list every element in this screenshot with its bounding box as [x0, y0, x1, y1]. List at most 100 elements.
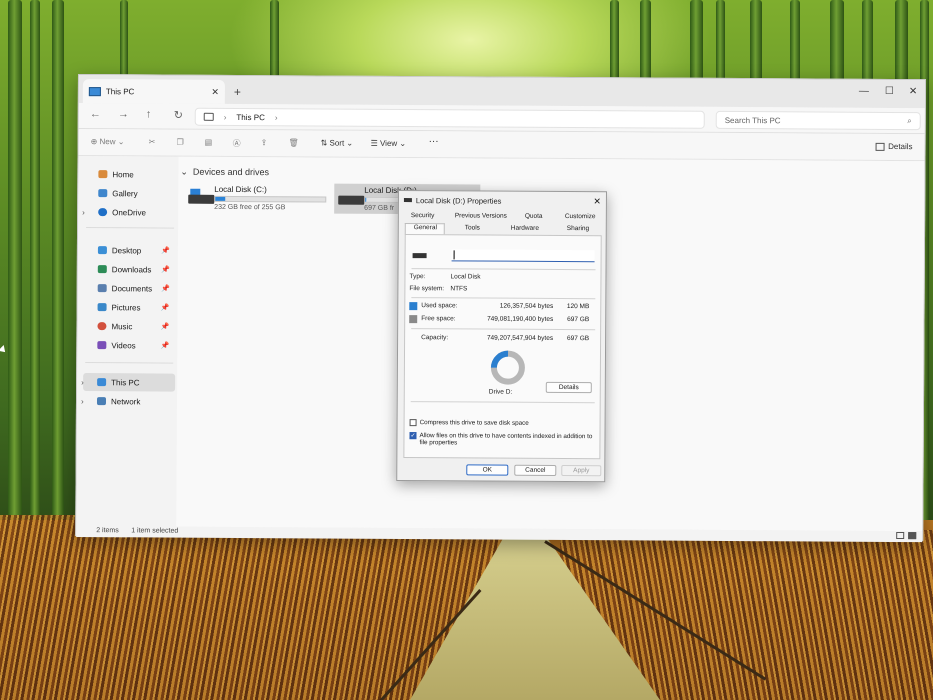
forward-arrow-icon[interactable]: → [118, 108, 129, 120]
drive-letter-label: Drive D: [488, 388, 513, 396]
sidebar-item-label: Videos [111, 340, 136, 350]
section-header[interactable]: ⌄ Devices and drives [180, 167, 269, 179]
chevron-down-icon[interactable]: ⌄ [180, 167, 188, 178]
details-pane-button[interactable]: Details [875, 142, 913, 151]
windows-drive-icon [188, 188, 215, 207]
address-bar[interactable]: › This PC › [194, 107, 705, 129]
tiles-view-icon[interactable] [908, 532, 917, 540]
tab-this-pc[interactable]: This PC ✕ [82, 79, 225, 104]
search-icon: ⌕ [907, 116, 912, 126]
sidebar-item-onedrive[interactable]: › OneDrive [82, 203, 176, 222]
divider [411, 297, 596, 300]
sidebar-item-pictures[interactable]: Pictures 📌 [84, 298, 176, 317]
sidebar-item-downloads[interactable]: Downloads 📌 [84, 260, 176, 279]
new-tab-icon[interactable]: + [234, 85, 241, 99]
sidebar-item-this-pc[interactable]: › This PC [81, 373, 176, 392]
drive-icon [412, 253, 427, 259]
dialog-title: Local Disk (D:) Properties [415, 195, 502, 206]
pin-icon: 📌 [160, 323, 170, 331]
volume-label-field[interactable] [451, 249, 595, 263]
details-pane-icon [875, 142, 885, 151]
minimize-icon[interactable]: — [859, 86, 869, 97]
details-button[interactable]: Details [545, 381, 592, 394]
back-arrow-icon[interactable]: ← [90, 108, 101, 120]
divider [85, 362, 174, 364]
pictures-icon [97, 303, 107, 312]
breadcrumb-this-pc[interactable]: This PC [236, 112, 265, 121]
ok-button[interactable]: OK [466, 464, 509, 476]
refresh-icon[interactable]: ↻ [174, 109, 183, 122]
maximize-icon[interactable]: ☐ [885, 86, 894, 97]
section-title: Devices and drives [192, 166, 270, 178]
share-icon[interactable]: ⇪ [261, 138, 268, 147]
tab-general[interactable]: General [414, 224, 437, 231]
compress-checkbox[interactable] [409, 419, 417, 427]
tab-security[interactable]: Security [411, 212, 435, 219]
delete-icon[interactable]: 🗑 [289, 138, 299, 147]
close-window-icon[interactable]: ✕ [909, 86, 917, 97]
chevron-right-icon[interactable]: › [82, 208, 85, 217]
properties-dialog: Local Disk (D:) Properties ✕ Security Pr… [396, 190, 607, 483]
drive-free-space: 232 GB free of 255 GB [214, 203, 286, 212]
details-view-icon[interactable] [896, 532, 905, 540]
sidebar-item-desktop[interactable]: Desktop 📌 [84, 241, 176, 260]
music-icon [97, 322, 107, 331]
pin-icon: 📌 [160, 342, 170, 350]
network-icon [96, 397, 107, 406]
sidebar-item-network[interactable]: › Network [81, 392, 175, 411]
divider [411, 268, 596, 271]
bamboo-stalk [30, 0, 40, 560]
monitor-icon [203, 112, 214, 121]
search-placeholder: Search This PC [724, 115, 781, 125]
view-button[interactable]: ☰ View ⌄ [371, 139, 407, 148]
sidebar-item-music[interactable]: Music 📌 [83, 317, 175, 336]
cancel-button[interactable]: Cancel [514, 464, 557, 476]
tab-quota[interactable]: Quota [525, 213, 543, 220]
drive-c[interactable]: Local Disk (C:) 232 GB free of 255 GB [184, 183, 330, 214]
index-checkbox[interactable]: ✓ [409, 432, 417, 440]
sidebar-item-label: Network [110, 396, 141, 406]
sidebar-item-label: Home [112, 169, 134, 179]
chevron-right-icon[interactable]: › [275, 113, 278, 122]
apply-button[interactable]: Apply [561, 465, 602, 477]
sidebar-item-label: Music [111, 321, 133, 331]
pin-icon: 📌 [161, 247, 170, 255]
tab-hardware[interactable]: Hardware [511, 225, 539, 232]
copy-icon[interactable]: ❐ [177, 138, 184, 147]
sort-button[interactable]: ⇅ Sort ⌄ [321, 138, 354, 147]
tab-previous-versions[interactable]: Previous Versions [455, 212, 507, 219]
used-space-bytes: 126,357,504 bytes [499, 302, 554, 310]
search-input[interactable]: Search This PC ⌕ [715, 110, 921, 131]
up-arrow-icon[interactable]: ↑ [146, 108, 152, 120]
close-icon[interactable]: ✕ [593, 196, 601, 207]
gallery-icon [98, 189, 108, 198]
chevron-right-icon[interactable]: › [81, 397, 84, 406]
item-count: 2 items [96, 527, 119, 535]
used-space-label: Used space: [421, 302, 458, 310]
new-button[interactable]: ⊕ New ⌄ [91, 137, 125, 146]
general-panel: Type: Local Disk File system: NTFS Used … [403, 234, 602, 460]
tab-customize[interactable]: Customize [565, 213, 596, 220]
bamboo-stalk [8, 0, 22, 560]
sidebar-item-label: Pictures [111, 302, 141, 312]
sidebar-item-label: OneDrive [112, 207, 146, 217]
paste-icon[interactable]: ▤ [205, 138, 213, 147]
capacity-label: Capacity: [421, 334, 449, 342]
this-pc-icon [97, 378, 107, 387]
tab-close-icon[interactable]: ✕ [211, 86, 219, 97]
sidebar-item-videos[interactable]: Videos 📌 [83, 336, 175, 355]
free-space-bytes: 749,081,190,400 bytes [487, 315, 554, 323]
tab-tools[interactable]: Tools [465, 224, 480, 231]
more-options-icon[interactable]: ··· [429, 136, 439, 147]
sidebar-item-home[interactable]: Home [84, 165, 176, 184]
sidebar-item-documents[interactable]: Documents 📌 [84, 279, 176, 298]
sidebar-item-label: Desktop [111, 245, 142, 255]
tab-sharing[interactable]: Sharing [567, 225, 589, 232]
rename-icon[interactable]: Ⓐ [233, 138, 241, 149]
sidebar-item-gallery[interactable]: Gallery [84, 184, 176, 203]
capacity-size: 697 GB [567, 335, 590, 343]
cut-icon[interactable]: ✂ [149, 137, 156, 146]
chevron-right-icon[interactable]: › [224, 112, 227, 121]
videos-icon [97, 341, 107, 350]
chevron-right-icon[interactable]: › [81, 378, 84, 387]
